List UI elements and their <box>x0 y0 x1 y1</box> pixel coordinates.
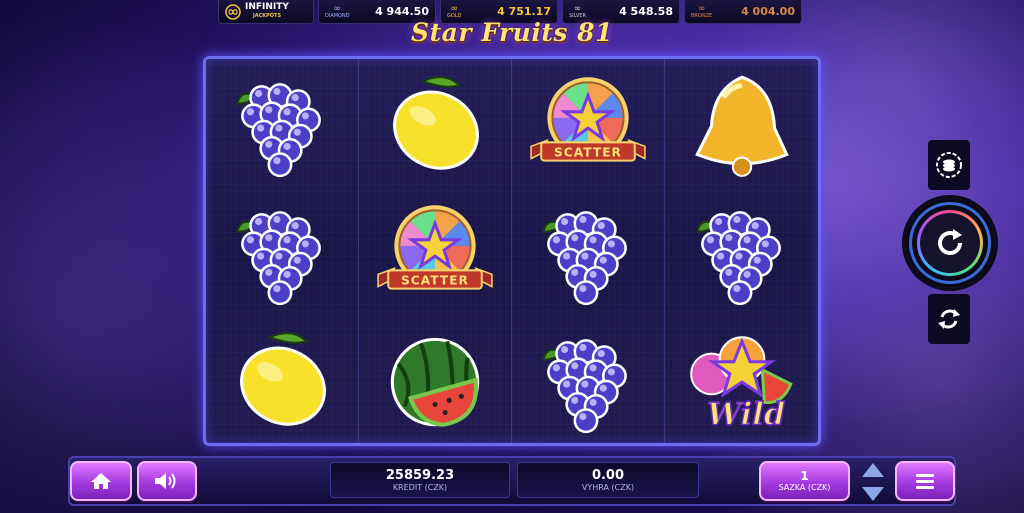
autoplay-icon <box>938 309 960 329</box>
grapes-icon <box>541 211 627 306</box>
watermelon-icon <box>390 337 480 427</box>
spin-icon <box>938 229 962 255</box>
bet-value: 1 <box>800 469 809 483</box>
reel-cell-bell <box>665 59 818 187</box>
reel-cell-lemon <box>206 315 359 443</box>
grapes-icon <box>235 211 321 306</box>
rings-icon: ∞ <box>697 3 706 14</box>
scatter-icon: SCATTER <box>377 205 493 290</box>
rings-icon: ∞ <box>333 3 342 14</box>
jackpot-bronze-value: 4 004.00 <box>741 5 795 18</box>
menu-button[interactable] <box>895 461 955 501</box>
grapes-icon <box>695 211 781 306</box>
reel-cell-watermelon <box>359 315 512 443</box>
reel-cell-grapes <box>206 59 359 187</box>
reel-cell-grapes <box>512 315 665 443</box>
home-button[interactable] <box>70 461 132 501</box>
rings-icon: ∞ <box>450 3 458 14</box>
credit-label: KREDIT (CZK) <box>392 482 448 492</box>
grapes-icon <box>235 83 321 178</box>
lemon-icon <box>393 76 479 170</box>
svg-text:Wild: Wild <box>706 397 784 433</box>
win-label: VYHRA (CZK) <box>581 482 635 492</box>
wild-icon: Wild <box>689 336 793 434</box>
svg-text:SCATTER: SCATTER <box>554 146 622 160</box>
scatter-icon: SCATTER <box>530 77 646 162</box>
credit-value: 25859.23 <box>385 467 455 483</box>
credit-display: 25859.23 KREDIT (CZK) <box>330 462 510 498</box>
reel-cell-lemon <box>359 59 512 187</box>
win-display: 0.00 VYHRA (CZK) <box>517 462 699 498</box>
grapes-icon <box>541 339 627 434</box>
reel-cell-scatter: SCATTER <box>512 59 665 187</box>
rings-icon: ∞ <box>573 3 582 14</box>
reel-grid: SCATTER SCATTER Wild <box>206 59 818 443</box>
reel-cell-wild: Wild <box>665 315 818 443</box>
bet-up-icon[interactable] <box>862 463 884 477</box>
coin-stack-icon <box>936 152 962 178</box>
bet-arrows <box>861 463 885 501</box>
lemon-icon <box>240 332 326 426</box>
reel-cell-grapes <box>512 187 665 315</box>
bet-button[interactable]: 1 SAZKA (CZK) <box>759 461 850 501</box>
game-title: Star Fruits 81 <box>411 18 613 47</box>
reel-cell-grapes <box>665 187 818 315</box>
home-icon <box>91 473 111 489</box>
bet-label: SAZKA (CZK) <box>778 483 831 492</box>
jackpot-silver-value: 4 548.58 <box>619 5 673 18</box>
coin-stack-button[interactable] <box>928 140 970 190</box>
autoplay-button[interactable] <box>928 294 970 344</box>
win-value: 0.00 <box>591 467 625 483</box>
bell-icon <box>694 75 789 177</box>
jackpot-diamond-value: 4 944.50 <box>375 5 429 18</box>
jackpot-gold-value: 4 751.17 <box>497 5 551 18</box>
reel-cell-scatter: SCATTER <box>359 187 512 315</box>
sound-button[interactable] <box>137 461 197 501</box>
reel-cell-grapes <box>206 187 359 315</box>
svg-text:SCATTER: SCATTER <box>401 274 469 288</box>
reel-frame: SCATTER SCATTER Wild <box>203 56 821 446</box>
bet-down-icon[interactable] <box>862 487 884 501</box>
sound-icon <box>155 473 176 489</box>
menu-icon <box>916 474 934 489</box>
spin-button[interactable] <box>905 198 995 288</box>
